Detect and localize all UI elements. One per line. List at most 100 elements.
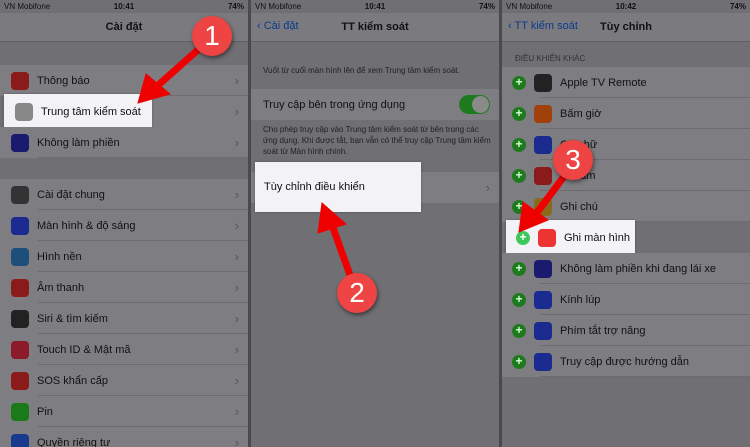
chevron-right-icon: › [234,249,239,264]
time: 10:41 [113,2,135,11]
back-label: Cài đặt [263,20,299,32]
settings-row[interactable]: Siri & tìm kiếm › [0,303,248,334]
control-icon [534,73,552,92]
step-badge-1: 1 [192,16,232,56]
control-icon [538,228,556,247]
control-row[interactable]: + Không làm phiền khi đang lái xe [502,253,750,284]
in-app-access-row: Truy cập bên trong ứng dụng [251,89,499,120]
add-icon[interactable]: + [512,75,526,90]
step-badge-3: 3 [553,140,593,180]
row-label: Hình nền [37,250,82,263]
setting-icon [11,402,29,421]
row-label: Màn hình & độ sáng [37,219,136,232]
settings-row[interactable]: Trung tâm kiểm soát [4,94,152,129]
settings-row[interactable]: Touch ID & Mật mã › [0,334,248,365]
setting-icon [11,216,29,235]
chevron-right-icon: › [234,218,239,233]
setting-icon [11,133,29,152]
status-bar: VN Mobifone 10:41 74% [0,0,248,13]
settings-row[interactable]: Thông báo › [0,65,248,96]
control-row[interactable]: +Ghi âm [502,160,750,191]
row-label: Quyền riêng tư [37,436,111,447]
add-icon[interactable]: + [512,168,526,183]
back-label: TT kiểm soát [514,20,578,32]
control-row[interactable]: + Phím tắt trợ năng [502,315,750,346]
row-label: Trung tâm kiểm soát [41,105,141,118]
toggle-label: Truy cập bên trong ứng dụng [263,98,406,111]
control-icon [534,290,552,309]
control-icon [534,135,552,154]
row-label: Ghi chú [560,200,598,213]
settings-row[interactable]: Cài đặt chung › [0,179,248,210]
row-label: Không làm phiền khi đang lái xe [560,262,716,275]
control-icon [534,166,552,185]
setting-icon [15,102,33,121]
chevron-right-icon: › [234,135,239,150]
chevron-right-icon: › [234,280,239,295]
setting-icon [11,278,29,297]
row-label: Siri & tìm kiếm [37,312,108,325]
add-icon[interactable]: + [512,106,526,121]
chevron-right-icon: › [234,187,239,202]
settings-row[interactable]: Màn hình & độ sáng › [0,210,248,241]
settings-row[interactable]: SOS khẩn cấp › [0,365,248,396]
control-row[interactable]: + Truy cập được hướng dẫn [502,346,750,377]
chevron-right-icon: › [485,180,490,195]
page-title: Cài đặt [105,21,143,33]
chevron-right-icon: › [234,104,239,119]
setting-icon [11,71,29,90]
in-app-access-toggle[interactable] [459,95,490,114]
settings-row[interactable]: Quyền riêng tư › [0,427,248,447]
control-row[interactable]: + Kính lúp [502,284,750,315]
row-label: Pin [37,405,53,418]
add-icon[interactable]: + [512,292,526,307]
control-row[interactable]: + Ghi chú [502,191,750,222]
chevron-right-icon: › [234,73,239,88]
row-label: Apple TV Remote [560,76,647,89]
settings-row[interactable]: Không làm phiền › [0,127,248,158]
control-row[interactable]: + Ghi màn hình [506,220,635,255]
row-label: Ghi màn hình [564,231,631,244]
row-label: Phím tắt trợ năng [560,324,646,337]
control-row[interactable]: +Cỡ chữ [502,129,750,160]
row-label: Thông báo [37,74,90,87]
row-label: Bấm giờ [560,107,602,120]
row-label: Cài đặt chung [37,188,105,201]
add-icon[interactable]: + [516,230,530,245]
add-icon[interactable]: + [512,261,526,276]
status-bar: VN Mobifone 10:41 74% [251,0,499,13]
chevron-right-icon: › [234,342,239,357]
customize-screen: VN Mobifone 10:42 74% ‹ TT kiểm soát Tùy ch… [502,0,750,447]
chevron-right-icon: › [234,435,239,447]
setting-icon [11,371,29,390]
control-row[interactable]: + Apple TV Remote [502,67,750,98]
control-row[interactable]: + Bấm giờ [502,98,750,129]
control-icon [534,259,552,278]
time: 10:42 [615,2,637,11]
add-icon[interactable]: + [512,137,526,152]
back-button[interactable]: ‹ Cài đặt [257,20,299,32]
status-bar: VN Mobifone 10:42 74% [502,0,750,13]
settings-screen: VN Mobifone 10:41 74% Cài đặt Thông báo › › T… [0,0,248,447]
settings-row[interactable]: Hình nền › [0,241,248,272]
control-icon [534,352,552,371]
setting-icon [11,433,29,447]
row-label: Không làm phiền [37,136,120,149]
control-icon [534,321,552,340]
control-icon [534,197,552,216]
settings-row[interactable]: Pin › [0,396,248,427]
customize-controls-row[interactable]: Tùy chỉnh điều khiển [255,162,421,212]
step-badge-2: 2 [337,273,377,313]
add-icon[interactable]: + [512,323,526,338]
hint-text: Vuốt từ cuối màn hình lên để xem Trung t… [263,66,460,75]
settings-row[interactable]: Âm thanh › [0,272,248,303]
add-icon[interactable]: + [512,354,526,369]
time: 10:41 [364,2,386,11]
nav-bar: ‹ TT kiểm soát Tùy chỉnh [502,13,750,42]
section-header: ĐIỀU KHIỂN KHÁC [515,54,586,63]
row-label: Kính lúp [560,293,601,306]
setting-icon [11,185,29,204]
chevron-right-icon: › [234,373,239,388]
add-icon[interactable]: + [512,199,526,214]
back-button[interactable]: ‹ TT kiểm soát [508,20,578,32]
